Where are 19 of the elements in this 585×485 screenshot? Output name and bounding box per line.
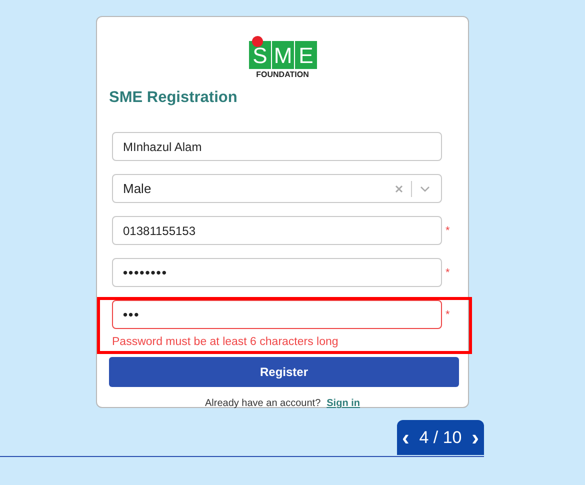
input-field[interactable]: 01381155153 [112, 216, 442, 245]
signin-prompt: Already have an account? [205, 398, 321, 409]
next-button[interactable]: › [472, 428, 479, 448]
required-mark: * [446, 266, 451, 278]
password-field[interactable]: •••••••• [112, 258, 442, 287]
page-counter: 4 / 10 [419, 428, 462, 448]
logo: S M E FOUNDATION [248, 36, 317, 79]
chevron-down-icon[interactable] [418, 184, 430, 192]
error-message: Password must be at least 6 characters long [112, 336, 340, 348]
gender-select[interactable]: Male [112, 174, 442, 203]
previous-button[interactable]: ‹ [402, 428, 410, 448]
input-field[interactable]: MInhazul Alam [112, 132, 442, 161]
signin-link[interactable]: Sign in [326, 398, 360, 409]
required-mark: * [446, 224, 451, 236]
clear-icon[interactable] [394, 184, 404, 194]
form-title: SME Registration [109, 89, 238, 107]
required-mark: * [446, 308, 451, 320]
register-button[interactable]: Register [109, 357, 459, 387]
password-field[interactable]: ••• [112, 300, 442, 329]
